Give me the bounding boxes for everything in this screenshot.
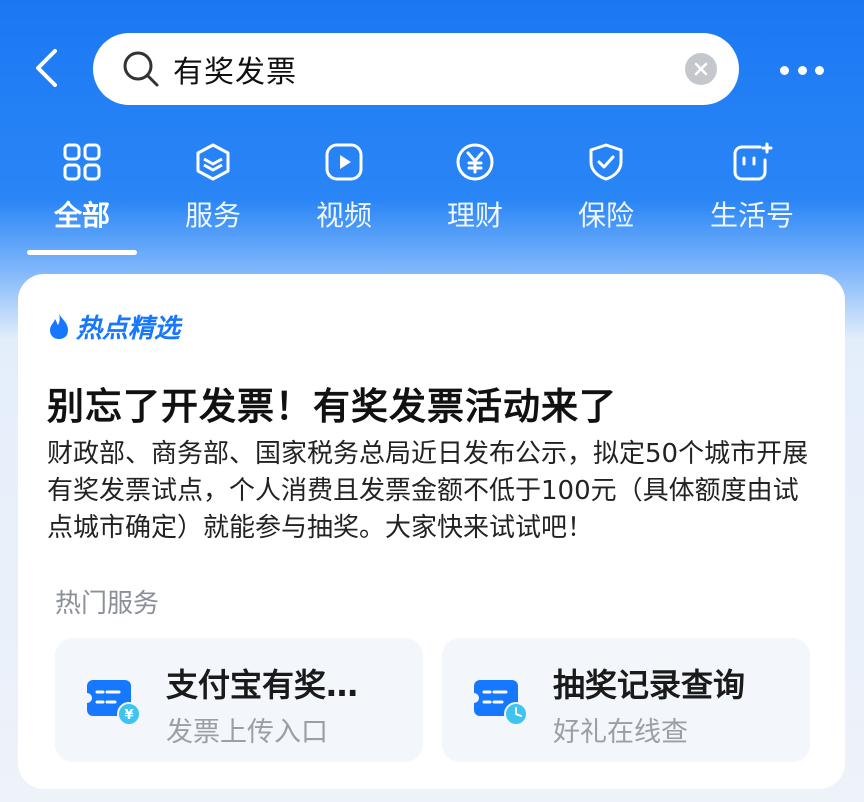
category-tabs: 全部 服务 视频 理财 保险 生活号 [0,140,864,260]
tab-all[interactable]: 全部 [22,140,142,250]
chevron-left-icon [36,49,57,87]
tab-finance[interactable]: 理财 [415,140,535,250]
close-icon [694,62,708,76]
hot-topic-card[interactable]: 热点精选 别忘了开发票！有奖发票活动来了 财政部、商务部、国家税务总局近日发布公… [18,274,845,789]
svg-text:¥: ¥ [124,708,133,723]
service-lottery-records[interactable]: 抽奖记录查询 好礼在线查 [442,638,810,762]
more-dot [815,65,824,75]
article-summary: 财政部、商务部、国家税务总局近日发布公示，拟定50个城市开展有奖发票试点，个人消… [47,439,809,543]
search-icon [121,49,161,89]
tab-insurance[interactable]: 保险 [546,140,666,250]
search-input[interactable]: 有奖发票 [173,47,739,91]
cube-icon [191,140,235,184]
tab-lifestyle[interactable]: 生活号 [692,140,812,250]
tab-label: 服务 [184,199,241,232]
shield-icon [584,140,628,184]
ticket-clock-icon [469,676,530,726]
more-dot [797,65,807,75]
grid-icon [60,140,104,184]
tab-label: 视频 [315,199,372,232]
top-bar: 有奖发票 [0,30,864,110]
more-dot [780,65,789,75]
service-title: 抽奖记录查询 [553,666,746,704]
ticket-yen-icon: ¥ [82,676,143,726]
back-button[interactable] [28,48,64,88]
active-tab-indicator [27,250,137,255]
flame-icon [50,313,68,339]
clear-search-button[interactable] [685,53,717,85]
play-icon [322,140,366,184]
tab-label: 理财 [446,199,503,232]
search-bar[interactable]: 有奖发票 [93,33,739,105]
hot-tag: 热点精选 [48,310,181,344]
more-options-button[interactable] [780,56,824,84]
service-subtitle: 发票上传入口 [166,717,328,748]
service-invoice-upload[interactable]: ¥ 支付宝有奖… 发票上传入口 [55,638,423,762]
service-subtitle: 好礼在线查 [553,717,688,748]
tab-video[interactable]: 视频 [284,140,404,250]
hot-tag-label: 热点精选 [76,313,181,344]
tab-label: 保险 [577,199,634,232]
article-headline[interactable]: 别忘了开发票！有奖发票活动来了 [47,376,827,430]
tab-services[interactable]: 服务 [153,140,273,250]
service-title: 支付宝有奖… [166,666,359,704]
tab-label: 生活号 [709,199,794,232]
yen-icon [453,140,497,184]
section-title: 热门服务 [55,589,160,619]
tab-label: 全部 [53,199,110,232]
chat-face-icon [730,140,774,184]
